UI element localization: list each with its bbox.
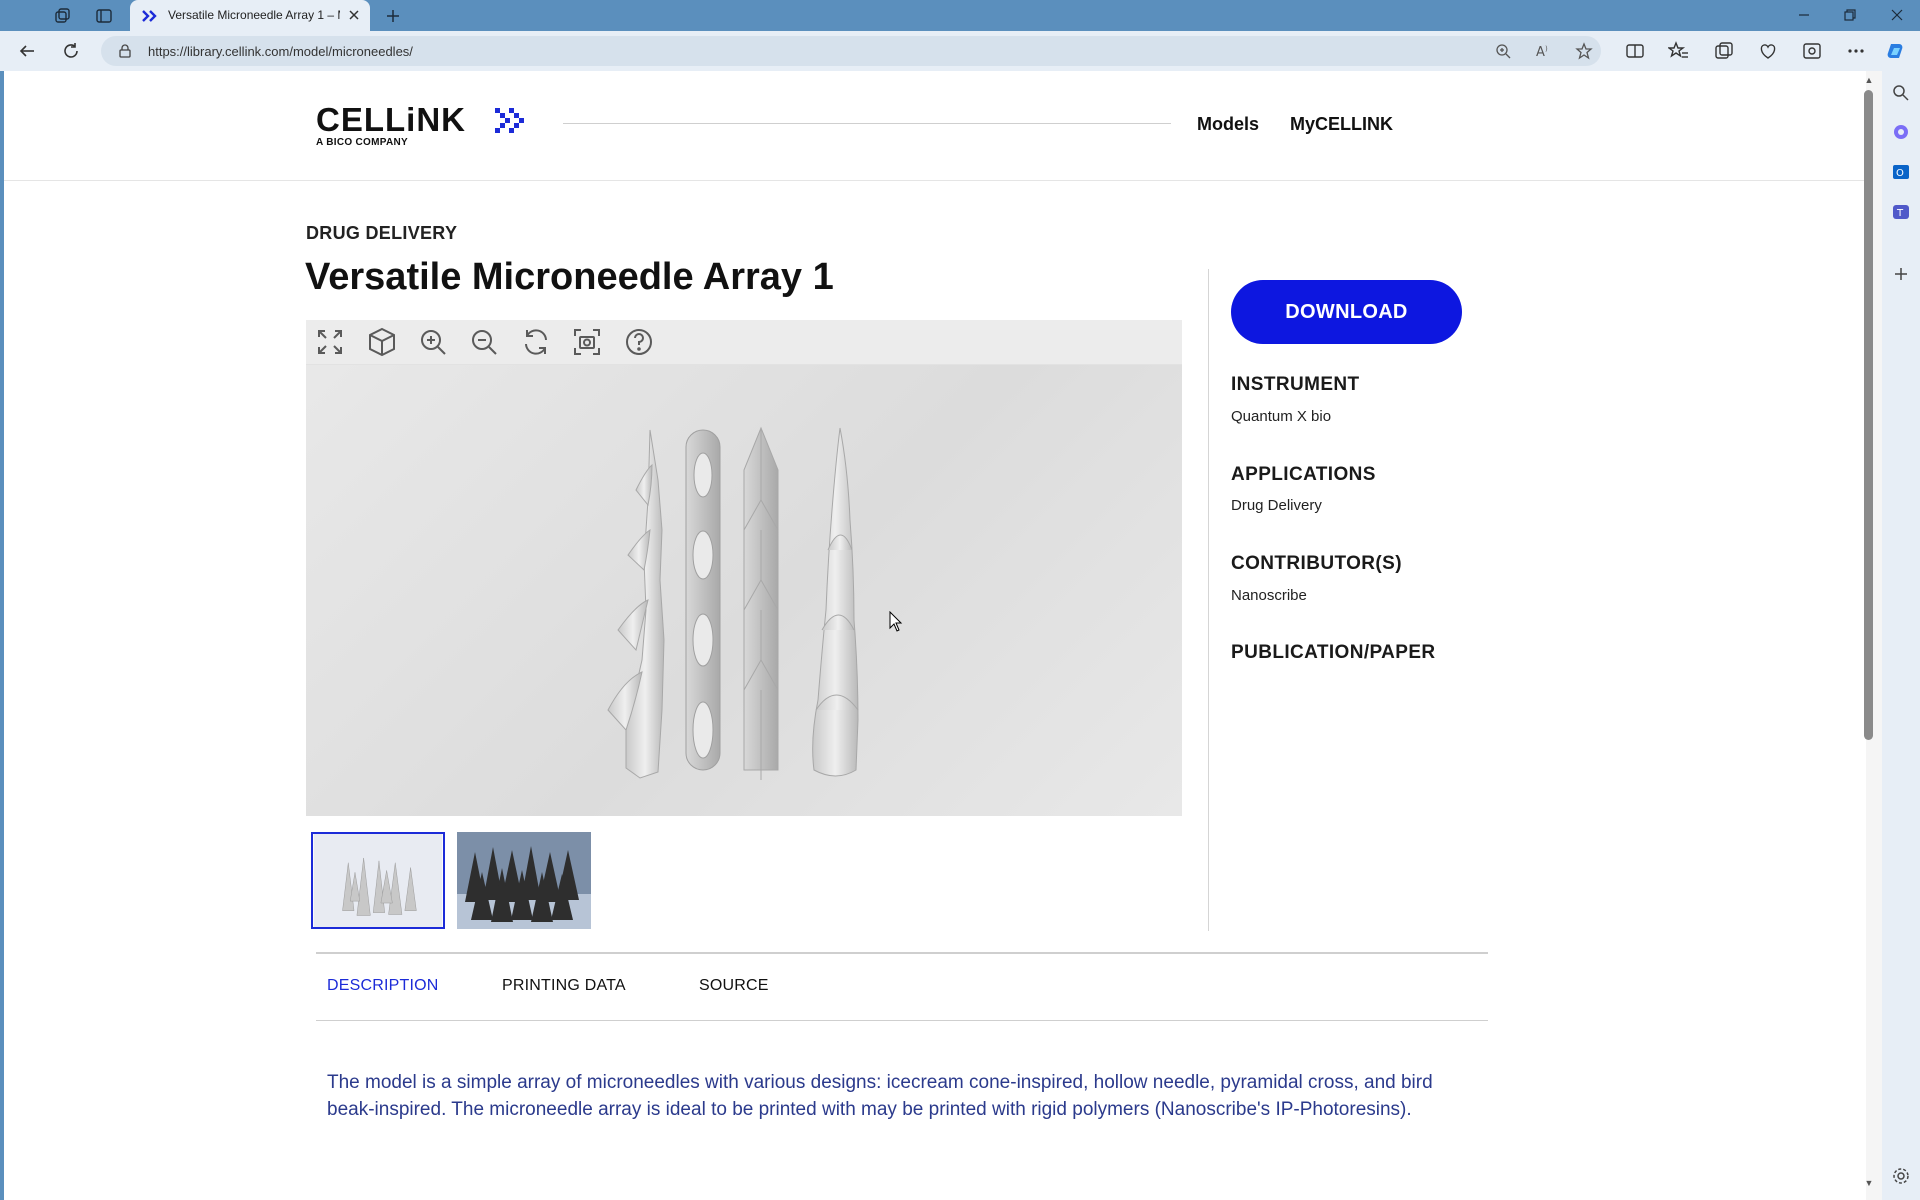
sidebar-add-icon[interactable] bbox=[1891, 264, 1911, 284]
download-button[interactable]: DOWNLOAD bbox=[1231, 280, 1462, 344]
browser-essentials-icon[interactable] bbox=[1757, 40, 1779, 62]
zoom-in-icon[interactable] bbox=[417, 326, 449, 358]
mouse-cursor-icon bbox=[889, 611, 903, 632]
model-category: DRUG DELIVERY bbox=[306, 223, 458, 243]
thumbnail-render[interactable] bbox=[311, 832, 445, 929]
url-text: https://library.cellink.com/model/micron… bbox=[148, 44, 413, 59]
scroll-down-icon[interactable]: ▼ bbox=[1861, 1178, 1877, 1188]
applications-heading: APPLICATIONS bbox=[1231, 464, 1376, 485]
workspaces-icon[interactable] bbox=[52, 6, 72, 26]
tab-title: Versatile Microneedle Array 1 – M bbox=[168, 8, 340, 22]
new-tab-icon[interactable] bbox=[383, 6, 403, 26]
tab-actions-icon[interactable] bbox=[94, 6, 114, 26]
split-screen-icon[interactable] bbox=[1624, 40, 1646, 62]
close-tab-icon[interactable] bbox=[346, 7, 362, 23]
read-aloud-icon[interactable]: A) bbox=[1535, 42, 1553, 60]
cellink-favicon-icon bbox=[142, 8, 158, 24]
header-divider bbox=[563, 123, 1171, 124]
tab-description[interactable]: DESCRIPTION bbox=[327, 977, 439, 995]
back-icon[interactable] bbox=[16, 40, 38, 62]
model-description: The model is a simple array of microneed… bbox=[327, 1072, 1433, 1120]
scrollbar-thumb[interactable] bbox=[1864, 90, 1873, 740]
fullscreen-icon[interactable] bbox=[314, 326, 346, 358]
logo-subtitle: A BICO COMPANY bbox=[316, 137, 408, 148]
thumbnail-render-image bbox=[313, 834, 443, 927]
sidebar-copilot-icon[interactable] bbox=[1891, 122, 1911, 142]
site-header: CELLiNK A BICO COMPANY Models MyCELLINK bbox=[4, 71, 1866, 181]
favorite-star-icon[interactable] bbox=[1575, 42, 1593, 60]
zoom-indicator-icon[interactable] bbox=[1494, 42, 1512, 60]
logo-wordmark: CELLiNK bbox=[316, 101, 466, 138]
refresh-icon[interactable] bbox=[60, 40, 82, 62]
zoom-out-icon[interactable] bbox=[468, 326, 500, 358]
screenshot-icon[interactable] bbox=[571, 326, 603, 358]
rotate-icon[interactable] bbox=[520, 326, 552, 358]
sidebar-teams-icon[interactable]: T bbox=[1891, 202, 1911, 222]
svg-text:O: O bbox=[1896, 168, 1904, 179]
browser-tab-active[interactable]: Versatile Microneedle Array 1 – M bbox=[130, 0, 370, 31]
bird-beak-needle bbox=[812, 427, 859, 777]
svg-text:A: A bbox=[1536, 45, 1545, 60]
contributors-heading: CONTRIBUTOR(S) bbox=[1231, 553, 1402, 574]
page-viewport: CELLiNK A BICO COMPANY Models MyCELLINK … bbox=[4, 71, 1866, 1200]
favorites-icon[interactable] bbox=[1666, 40, 1690, 62]
browser-toolbar: https://library.cellink.com/model/micron… bbox=[0, 31, 1920, 71]
edge-sidebar: O T bbox=[1882, 71, 1920, 1200]
hollow-needle bbox=[685, 429, 721, 771]
applications-value: Drug Delivery bbox=[1231, 497, 1322, 514]
contributors-value: Nanoscribe bbox=[1231, 587, 1307, 604]
pyramidal-cross-needle bbox=[743, 426, 779, 780]
cellink-logo[interactable]: CELLiNK A BICO COMPANY bbox=[316, 101, 524, 148]
nav-models[interactable]: Models bbox=[1197, 114, 1259, 135]
tabs-top-border bbox=[316, 952, 1488, 954]
viewer-toolbar bbox=[306, 320, 1182, 365]
icecream-cone-needle bbox=[607, 429, 665, 779]
thumbnail-photo-image bbox=[457, 832, 591, 929]
more-options-icon[interactable] bbox=[1845, 40, 1867, 62]
svg-text:T: T bbox=[1896, 208, 1904, 219]
copilot-icon[interactable] bbox=[1885, 40, 1907, 62]
instrument-heading: INSTRUMENT bbox=[1231, 374, 1360, 395]
sidebar-settings-icon[interactable] bbox=[1891, 1166, 1911, 1186]
tabs-bottom-border bbox=[316, 1020, 1488, 1021]
scroll-up-icon[interactable]: ▲ bbox=[1861, 75, 1877, 85]
svg-text:): ) bbox=[1545, 45, 1548, 53]
cube-view-icon[interactable] bbox=[366, 326, 398, 358]
collections-icon[interactable] bbox=[1713, 40, 1735, 62]
thumbnail-photo[interactable] bbox=[457, 832, 591, 929]
microneedle-model-render bbox=[607, 426, 859, 780]
nav-mycellink[interactable]: MyCELLINK bbox=[1290, 114, 1393, 135]
lock-icon[interactable] bbox=[117, 43, 133, 59]
help-icon[interactable] bbox=[623, 326, 655, 358]
restore-icon[interactable] bbox=[1839, 4, 1861, 26]
extension-icon[interactable] bbox=[1801, 40, 1823, 62]
close-window-icon[interactable] bbox=[1886, 4, 1908, 26]
publication-heading: PUBLICATION/PAPER bbox=[1231, 642, 1436, 663]
address-bar[interactable]: https://library.cellink.com/model/micron… bbox=[101, 36, 1601, 66]
sidebar-outlook-icon[interactable]: O bbox=[1891, 162, 1911, 182]
3d-model-viewer[interactable] bbox=[306, 320, 1182, 816]
instrument-value: Quantum X bio bbox=[1231, 408, 1332, 425]
page-title: Versatile Microneedle Array 1 bbox=[305, 256, 834, 298]
minimize-icon[interactable] bbox=[1793, 4, 1815, 26]
tab-printing-data[interactable]: PRINTING DATA bbox=[502, 977, 626, 995]
tab-source[interactable]: SOURCE bbox=[699, 977, 769, 995]
column-divider bbox=[1208, 269, 1209, 931]
logo-arrows-icon bbox=[495, 108, 524, 133]
sidebar-search-icon[interactable] bbox=[1891, 83, 1911, 103]
browser-tabstrip: Versatile Microneedle Array 1 – M bbox=[0, 0, 1920, 31]
